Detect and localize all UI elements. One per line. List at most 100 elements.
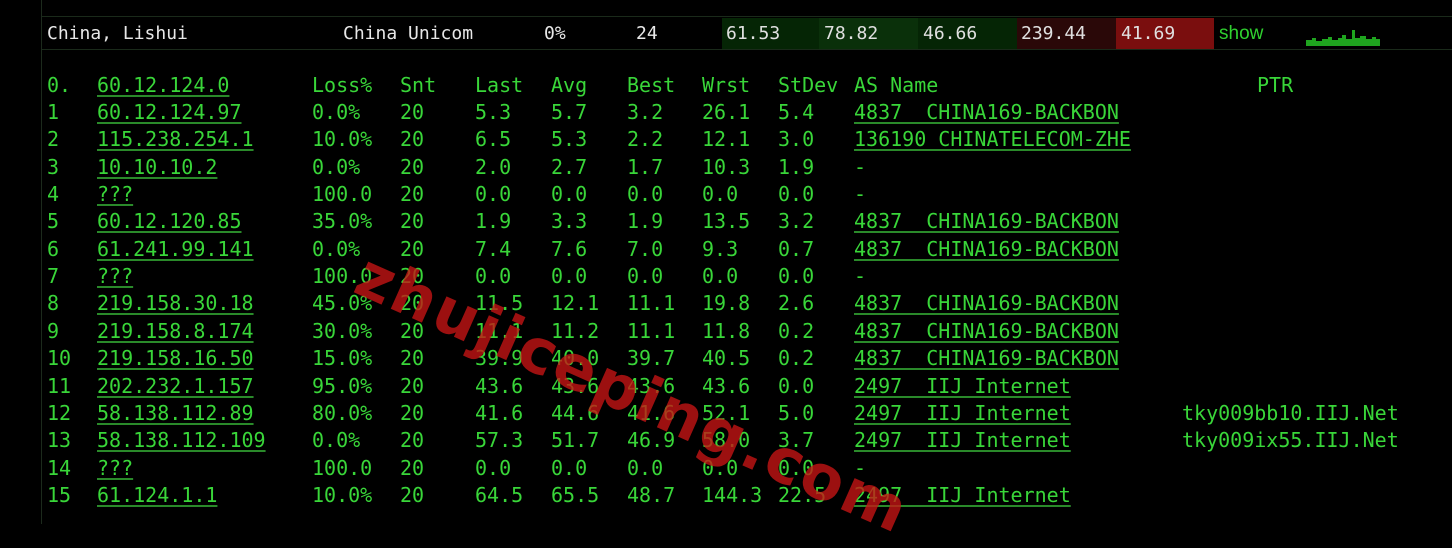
hop-avg: 65.5 <box>551 482 600 507</box>
header-wrst: Wrst <box>702 73 751 97</box>
hop-best: 48.7 <box>627 482 676 507</box>
hop-wrst: 12.1 <box>702 127 751 152</box>
hop-as[interactable]: 4837 CHINA169-BACKBON <box>854 319 1119 343</box>
header-last: Last <box>475 73 524 97</box>
hop-avg: 2.7 <box>551 154 588 179</box>
hop-snt: 20 <box>400 209 425 234</box>
hop-wrst: 0.0 <box>702 182 739 207</box>
hop-avg: 51.7 <box>551 428 600 453</box>
hop-host-link[interactable]: 58.138.112.109 <box>97 428 266 452</box>
hop-number: 8 <box>47 291 60 316</box>
hop-stdev: 1.9 <box>778 154 815 179</box>
hop-host-link[interactable]: 202.232.1.157 <box>97 374 254 398</box>
target-host-link[interactable]: 60.12.124.0 <box>97 73 229 97</box>
hop-wrst: 11.8 <box>702 318 751 343</box>
hop-snt: 20 <box>400 428 425 453</box>
hop-wrst: 26.1 <box>702 100 751 124</box>
hop-number: 1 <box>47 100 60 124</box>
hop-avg: 0.0 <box>551 455 588 480</box>
hop-stdev: 0.2 <box>778 346 815 371</box>
hop-stdev: 0.0 <box>778 373 815 398</box>
hop-stdev: 5.0 <box>778 400 815 425</box>
hop-as[interactable]: 4837 CHINA169-BACKBON <box>854 209 1119 233</box>
hop-host-link[interactable]: 219.158.16.50 <box>97 346 254 370</box>
show-link[interactable]: show <box>1219 18 1263 49</box>
header-ptr: PTR <box>1257 73 1294 97</box>
hop-best: 0.0 <box>627 264 664 289</box>
hop-loss: 95.0% <box>312 373 373 398</box>
hop-snt: 20 <box>400 455 425 480</box>
hop-stdev: 3.2 <box>778 209 815 234</box>
hop-as[interactable]: 2497 IIJ Internet <box>854 401 1071 425</box>
hop-host-link[interactable]: 115.238.254.1 <box>97 127 254 151</box>
hop-host-link[interactable]: 61.124.1.1 <box>97 483 217 507</box>
header-asname: AS Name <box>854 73 939 97</box>
hop-best: 0.0 <box>627 455 664 480</box>
hop-as[interactable]: 4837 CHINA169-BACKBON <box>854 100 1119 124</box>
hop-number: 12 <box>47 400 72 425</box>
hop-number: 15 <box>47 482 72 507</box>
hop-wrst: 144.3 <box>702 482 763 507</box>
header-snt: Snt <box>400 73 437 97</box>
hop-host-link[interactable]: ??? <box>97 182 133 206</box>
hop-last: 39.9 <box>475 346 524 371</box>
hop-best: 41.6 <box>627 400 676 425</box>
hop-snt: 20 <box>400 236 425 261</box>
hop-stdev: 0.0 <box>778 264 815 289</box>
hop-host-link[interactable]: 219.158.8.174 <box>97 319 254 343</box>
hop-host-link[interactable]: 58.138.112.89 <box>97 401 254 425</box>
hop-last: 1.9 <box>475 209 512 234</box>
hop-snt: 20 <box>400 291 425 316</box>
hop-ptr: tky009bb10.IIJ.Net <box>1182 400 1399 425</box>
hop-snt: 20 <box>400 264 425 289</box>
hop-last: 7.4 <box>475 236 512 261</box>
hop-as: - <box>854 154 867 179</box>
hop-host-link[interactable]: 61.241.99.141 <box>97 237 254 261</box>
hop-last: 64.5 <box>475 482 524 507</box>
hop-host-link[interactable]: ??? <box>97 264 133 288</box>
hop-number: 3 <box>47 154 60 179</box>
hop-as[interactable]: 4837 CHINA169-BACKBON <box>854 291 1119 315</box>
header-best: Best <box>627 73 676 97</box>
hop-loss: 0.0% <box>312 154 361 179</box>
hop-as[interactable]: 136190 CHINATELECOM-ZHE <box>854 127 1131 151</box>
hop-wrst: 40.5 <box>702 346 751 371</box>
hop-loss: 15.0% <box>312 346 373 371</box>
hop-last: 6.5 <box>475 127 512 152</box>
hop-wrst: 0.0 <box>702 455 739 480</box>
hop-as[interactable]: 2497 IIJ Internet <box>854 428 1071 452</box>
hop-as[interactable]: 4837 CHINA169-BACKBON <box>854 237 1119 261</box>
hop-best: 1.9 <box>627 209 664 234</box>
hop-last: 11.5 <box>475 291 524 316</box>
hop-last: 57.3 <box>475 428 524 453</box>
hop-as[interactable]: 4837 CHINA169-BACKBON <box>854 346 1119 370</box>
hop-host-link[interactable]: ??? <box>97 456 133 480</box>
hop-host-link[interactable]: 60.12.124.97 <box>97 100 242 124</box>
hop-avg: 0.0 <box>551 182 588 207</box>
hop-stdev: 22.5 <box>778 482 827 507</box>
hop-host-link[interactable]: 60.12.120.85 <box>97 209 242 233</box>
header-loss: Loss% <box>312 73 373 97</box>
hop-loss: 0.0% <box>312 428 361 453</box>
hop-wrst: 19.8 <box>702 291 751 316</box>
summary-best: 46.66 <box>918 18 1017 49</box>
hop-avg: 44.6 <box>551 400 600 425</box>
hop-best: 1.7 <box>627 154 664 179</box>
hop-loss: 10.0% <box>312 482 373 507</box>
hop-number: 11 <box>47 373 72 398</box>
hop-host-link[interactable]: 10.10.10.2 <box>97 155 217 179</box>
hop-best: 2.2 <box>627 127 664 152</box>
header-index: 0. <box>47 73 72 97</box>
summary-stdev: 41.69 <box>1116 18 1214 49</box>
summary-loss: 0% <box>544 23 566 44</box>
left-border <box>41 0 42 524</box>
summary-location: China, Lishui <box>47 23 188 44</box>
hop-avg: 7.6 <box>551 236 588 261</box>
hop-avg: 0.0 <box>551 264 588 289</box>
hop-snt: 20 <box>400 127 425 152</box>
hop-best: 39.7 <box>627 346 676 371</box>
hop-as[interactable]: 2497 IIJ Internet <box>854 374 1071 398</box>
hop-as[interactable]: 2497 IIJ Internet <box>854 483 1071 507</box>
hop-best: 7.0 <box>627 236 664 261</box>
hop-host-link[interactable]: 219.158.30.18 <box>97 291 254 315</box>
